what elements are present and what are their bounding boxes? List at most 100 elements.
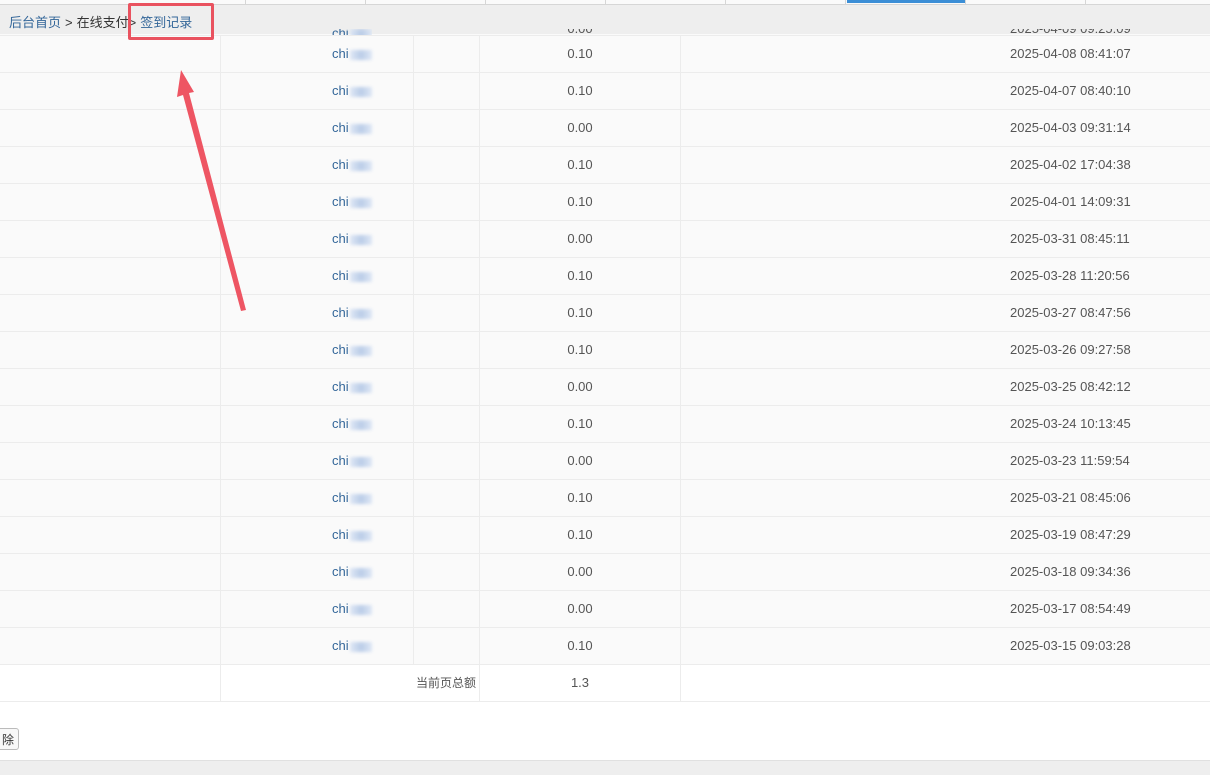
amount-cell: 0.10 <box>567 490 593 505</box>
table-row: chi 0.10 2025-03-27 08:47:56 <box>0 295 1210 332</box>
redacted-username <box>349 86 372 97</box>
username-link[interactable]: chi <box>332 221 372 257</box>
amount-cell: 0.10 <box>567 268 593 283</box>
column-divider <box>220 221 221 257</box>
username-text: chi <box>332 46 349 61</box>
tab-divider <box>605 0 606 4</box>
column-divider <box>680 221 681 257</box>
redacted-username <box>349 123 372 134</box>
amount-cell: 0.10 <box>567 305 593 320</box>
time-cell: 2025-03-24 10:13:45 <box>1010 416 1131 431</box>
column-divider <box>413 73 414 109</box>
username-text: chi <box>332 601 349 616</box>
table-row: chi 0.00 2025-03-18 09:34:36 <box>0 554 1210 591</box>
username-link[interactable]: chi <box>332 73 372 109</box>
column-divider <box>680 480 681 516</box>
column-divider <box>680 443 681 479</box>
username-text: chi <box>332 157 349 172</box>
column-divider <box>413 332 414 368</box>
tab-divider <box>1085 0 1086 4</box>
column-divider <box>413 628 414 664</box>
table-row: chi 0.10 2025-03-28 11:20:56 <box>0 258 1210 295</box>
column-divider <box>680 332 681 368</box>
username-link[interactable]: chi <box>332 295 372 331</box>
username-link[interactable]: chi <box>332 628 372 664</box>
username-link[interactable]: chi <box>332 591 372 627</box>
column-divider <box>413 554 414 590</box>
column-divider <box>413 443 414 479</box>
tab-divider <box>485 0 486 4</box>
page-total-value: 1.3 <box>570 675 590 690</box>
column-divider <box>413 369 414 405</box>
column-divider <box>680 258 681 294</box>
column-divider <box>413 110 414 146</box>
amount-cell: 0.00 <box>567 379 593 394</box>
table-row: chi 0.10 2025-03-19 08:47:29 <box>0 517 1210 554</box>
username-link[interactable]: chi <box>332 517 372 553</box>
tab-divider <box>245 0 246 4</box>
username-link[interactable]: chi <box>332 36 372 72</box>
time-cell: 2025-03-25 08:42:12 <box>1010 379 1131 394</box>
column-divider <box>680 554 681 590</box>
column-divider <box>413 406 414 442</box>
username-link[interactable]: chi <box>332 258 372 294</box>
time-cell: 2025-03-27 08:47:56 <box>1010 305 1131 320</box>
username-link[interactable]: chi <box>332 332 372 368</box>
username-text: chi <box>332 29 349 35</box>
username-text: chi <box>332 416 349 431</box>
active-tab-indicator[interactable] <box>847 0 965 3</box>
delete-button[interactable]: 除 <box>0 728 19 750</box>
redacted-username <box>349 530 372 541</box>
time-cell: 2025-04-01 14:09:31 <box>1010 194 1131 209</box>
username-link[interactable]: chi <box>332 110 372 146</box>
table-row: chi 0.10 2025-03-15 09:03:28 <box>0 628 1210 665</box>
table-row: chi 0.00 2025-04-03 09:31:14 <box>0 110 1210 147</box>
username-text: chi <box>332 564 349 579</box>
tab-divider <box>845 0 846 4</box>
column-divider <box>680 73 681 109</box>
amount-cell: 0.00 <box>567 601 593 616</box>
breadcrumb-home-link[interactable]: 后台首页 <box>9 15 61 30</box>
redacted-username <box>349 29 372 35</box>
time-cell: 2025-03-28 11:20:56 <box>1010 268 1130 283</box>
column-divider <box>220 184 221 220</box>
username-link[interactable]: chi <box>332 369 372 405</box>
table-footer: 除 <box>0 718 1210 760</box>
breadcrumb-parent[interactable]: 在线支付 <box>77 15 129 30</box>
amount-cell: 0.00 <box>567 231 593 246</box>
redacted-username <box>349 234 372 245</box>
username-link[interactable]: chi <box>332 406 372 442</box>
username-link[interactable]: chi <box>332 147 372 183</box>
table-row: chi 0.00 2025-03-25 08:42:12 <box>0 369 1210 406</box>
username-link[interactable]: chi <box>332 554 372 590</box>
column-divider <box>680 591 681 627</box>
redacted-username <box>349 160 372 171</box>
column-divider <box>680 628 681 664</box>
column-divider <box>680 184 681 220</box>
username-link[interactable]: chi <box>332 480 372 516</box>
redacted-username <box>349 456 372 467</box>
column-divider <box>220 110 221 146</box>
redacted-username <box>349 419 372 430</box>
username-link[interactable]: chi <box>332 184 372 220</box>
column-divider <box>220 517 221 553</box>
column-divider <box>220 554 221 590</box>
column-divider <box>220 36 221 72</box>
amount-cell: 0.10 <box>567 638 593 653</box>
column-divider <box>220 147 221 183</box>
username-text: chi <box>332 379 349 394</box>
username-text: chi <box>332 268 349 283</box>
column-divider <box>413 295 414 331</box>
amount-cell: 0.10 <box>567 157 593 172</box>
username-link[interactable]: chi <box>332 29 372 35</box>
column-divider <box>220 406 221 442</box>
redacted-username <box>349 197 372 208</box>
column-divider <box>413 517 414 553</box>
time-cell: 2025-04-08 08:41:07 <box>1010 46 1131 61</box>
page-total-label: 当前页总额 <box>415 676 476 690</box>
table-row: chi 0.10 2025-04-07 08:40:10 <box>0 73 1210 110</box>
redacted-username <box>349 493 372 504</box>
time-cell: 2025-04-03 09:31:14 <box>1010 120 1131 135</box>
username-link[interactable]: chi <box>332 443 372 479</box>
column-divider <box>413 184 414 220</box>
